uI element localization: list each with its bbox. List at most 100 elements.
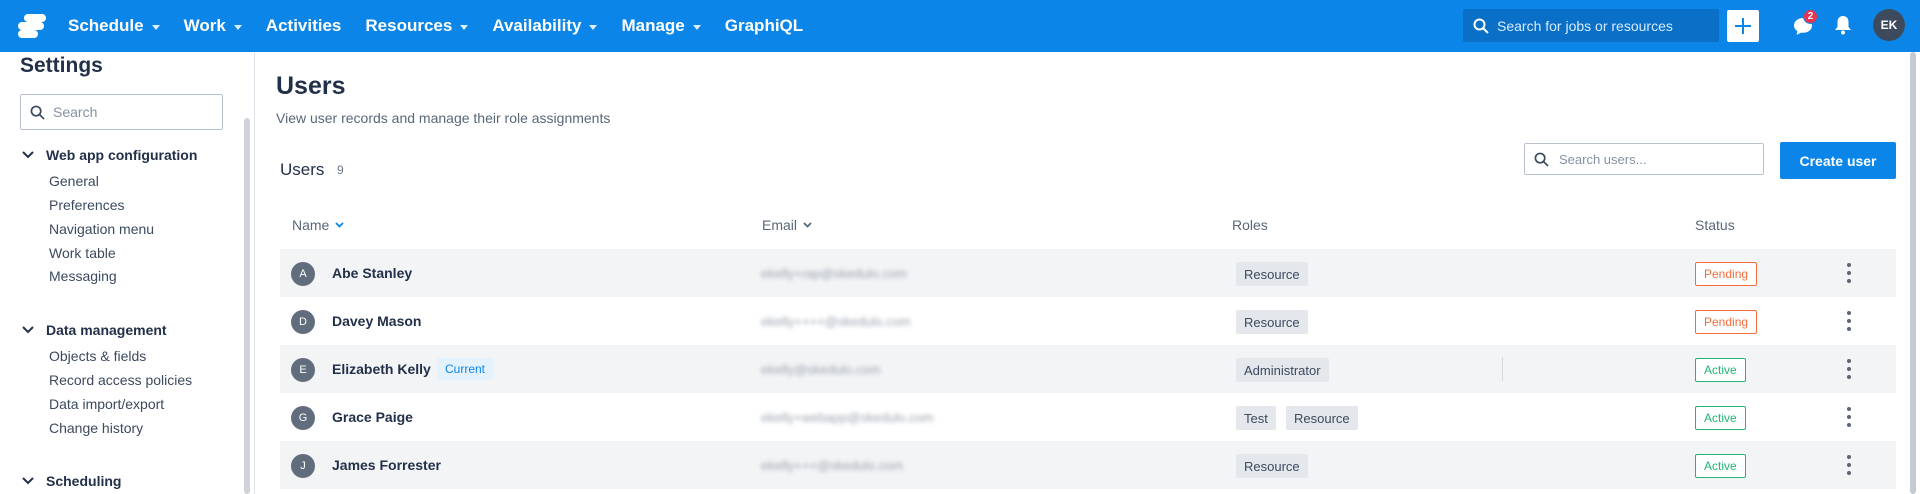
main-scrollbar[interactable] xyxy=(1910,52,1916,494)
sidebar-item-navigation-menu[interactable]: Navigation menu xyxy=(49,221,154,237)
role-chip: Resource xyxy=(1236,310,1308,334)
top-navigation-bar: Schedule Work Activities Resources Avail… xyxy=(0,0,1920,52)
row-avatar: A xyxy=(291,262,315,286)
column-email-label: Email xyxy=(762,217,798,233)
row-name: James Forrester xyxy=(332,457,441,473)
sidebar-item-change-history[interactable]: Change history xyxy=(49,420,143,436)
nav-schedule-label: Schedule xyxy=(68,16,144,35)
column-header-status: Status xyxy=(1695,217,1735,233)
role-chip: Resource xyxy=(1236,262,1308,286)
sidebar-item-general[interactable]: General xyxy=(49,173,99,189)
global-search xyxy=(1463,9,1719,42)
chevron-down-icon xyxy=(233,24,242,30)
column-name-label: Name xyxy=(292,217,330,233)
row-name: Davey Mason xyxy=(332,313,422,329)
group-data-management[interactable]: Data management xyxy=(22,322,167,338)
nav-activities[interactable]: Activities xyxy=(266,16,342,36)
global-search-input[interactable] xyxy=(1497,17,1707,34)
row-avatar: E xyxy=(291,358,315,382)
sidebar-title: Settings xyxy=(20,54,103,77)
chevron-down-icon xyxy=(22,477,34,485)
sidebar-item-work-table[interactable]: Work table xyxy=(49,245,116,261)
nav-resources[interactable]: Resources xyxy=(365,16,469,36)
row-actions-kebab-icon[interactable] xyxy=(1843,311,1855,331)
role-chip: Resource xyxy=(1236,454,1308,478)
row-name: Abe Stanley xyxy=(332,265,413,281)
current-user-badge: Current xyxy=(437,358,494,380)
row-actions-kebab-icon[interactable] xyxy=(1843,455,1855,475)
column-divider xyxy=(1502,357,1503,381)
bell-icon[interactable] xyxy=(1834,15,1852,35)
table-row[interactable]: D Davey Mason ekelly++++@skedulo.com Res… xyxy=(280,297,1896,345)
app-logo-icon[interactable] xyxy=(16,12,48,40)
sidebar-search-input[interactable] xyxy=(53,104,213,120)
column-status-label: Status xyxy=(1695,217,1735,233)
row-email: ekelly@skedulo.com xyxy=(761,362,881,377)
search-icon xyxy=(30,105,45,120)
group-label: Web app configuration xyxy=(46,147,198,163)
chevron-down-icon xyxy=(22,326,34,334)
column-header-name[interactable]: Name xyxy=(292,217,344,233)
nav-manage[interactable]: Manage xyxy=(621,16,701,36)
row-email: ekelly++++@skedulo.com xyxy=(761,314,911,329)
role-chip: Test xyxy=(1236,406,1276,430)
table-row[interactable]: G Grace Paige ekelly+webapp@skedulo.com … xyxy=(280,393,1896,441)
sidebar-item-preferences[interactable]: Preferences xyxy=(49,197,124,213)
row-actions-kebab-icon[interactable] xyxy=(1843,263,1855,283)
chevron-down-icon xyxy=(589,24,598,30)
row-name: Elizabeth Kelly xyxy=(332,361,431,377)
user-search-input[interactable] xyxy=(1559,151,1749,167)
sidebar-item-objects-fields[interactable]: Objects & fields xyxy=(49,348,146,364)
nav-work-label: Work xyxy=(183,16,226,35)
users-count: 9 xyxy=(337,163,344,177)
row-avatar: D xyxy=(291,310,315,334)
row-email: ekelly+rap@skedulo.com xyxy=(761,266,907,281)
sort-chevron-icon xyxy=(335,222,344,228)
row-email: ekelly+++@skedulo.com xyxy=(761,458,904,473)
chevron-down-icon xyxy=(692,24,701,30)
nav-work[interactable]: Work xyxy=(184,16,242,36)
row-name: Grace Paige xyxy=(332,409,413,425)
nav-availability[interactable]: Availability xyxy=(492,16,598,36)
group-web-app-configuration[interactable]: Web app configuration xyxy=(22,147,197,163)
users-section-label: Users xyxy=(280,160,325,179)
table-row[interactable]: E Elizabeth Kelly Current ekelly@skedulo… xyxy=(280,345,1896,393)
quick-create-button[interactable] xyxy=(1727,10,1759,42)
row-email: ekelly+webapp@skedulo.com xyxy=(761,410,934,425)
create-user-button[interactable]: Create user xyxy=(1780,142,1896,179)
status-badge: Active xyxy=(1695,358,1746,382)
sidebar-scrollbar[interactable] xyxy=(244,118,250,494)
row-avatar: G xyxy=(291,406,315,430)
table-row[interactable]: A Abe Stanley ekelly+rap@skedulo.com Res… xyxy=(280,249,1896,297)
sidebar-item-data-import-export[interactable]: Data import/export xyxy=(49,396,164,412)
nav-schedule[interactable]: Schedule xyxy=(68,16,160,36)
chevron-down-icon xyxy=(22,151,34,159)
status-badge: Pending xyxy=(1695,310,1758,334)
plus-icon xyxy=(1735,18,1751,34)
sidebar-item-messaging[interactable]: Messaging xyxy=(49,268,117,284)
chevron-down-icon xyxy=(151,24,160,30)
column-header-email[interactable]: Email xyxy=(762,217,812,233)
sidebar-item-record-access-policies[interactable]: Record access policies xyxy=(49,372,192,388)
role-chip: Resource xyxy=(1286,406,1358,430)
group-label: Scheduling xyxy=(46,473,122,489)
nav-activities-label: Activities xyxy=(265,16,342,35)
nav-graphiql[interactable]: GraphiQL xyxy=(725,16,803,36)
sidebar-search xyxy=(20,94,223,130)
user-avatar[interactable]: EK xyxy=(1873,9,1905,41)
row-actions-kebab-icon[interactable] xyxy=(1843,407,1855,427)
notification-count-badge: 2 xyxy=(1803,9,1818,24)
group-scheduling[interactable]: Scheduling xyxy=(22,473,121,489)
role-chip: Administrator xyxy=(1236,358,1329,382)
search-icon xyxy=(1534,152,1549,167)
row-avatar: J xyxy=(291,454,315,478)
status-badge: Pending xyxy=(1695,262,1758,286)
page-title: Users xyxy=(276,72,346,100)
column-header-roles: Roles xyxy=(1232,217,1268,233)
search-icon xyxy=(1473,18,1489,34)
user-search xyxy=(1524,143,1764,175)
row-actions-kebab-icon[interactable] xyxy=(1843,359,1855,379)
table-row[interactable]: J James Forrester ekelly+++@skedulo.com … xyxy=(280,441,1896,489)
chevron-down-icon xyxy=(460,24,469,30)
settings-sidebar: Settings Web app configuration General P… xyxy=(0,52,255,494)
